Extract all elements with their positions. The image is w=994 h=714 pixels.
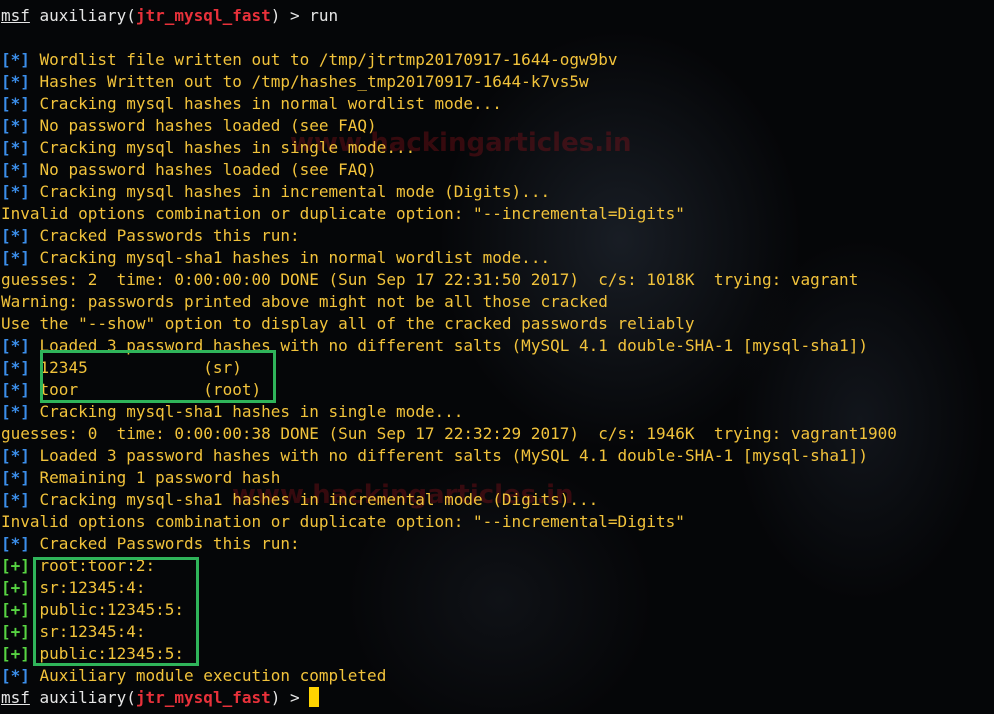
prompt-suffix: ) > [270,688,310,707]
info-tag: [*] [1,358,30,377]
output-text: Remaining 1 password hash [29,468,281,487]
info-tag: [*] [1,490,30,509]
info-tag: [*] [1,72,30,91]
output-text: Loaded 3 password hashes with no differe… [29,446,868,465]
output-line: Invalid options combination or duplicate… [1,204,685,223]
output-line: [*] No password hashes loaded (see FAQ) [1,115,897,137]
success-tag: [+] [1,644,30,663]
output-line: Use the "--show" option to display all o… [1,314,695,333]
output-line: [*] Cracking mysql-sha1 hashes in single… [1,401,897,423]
success-tag: [+] [1,622,30,641]
prompt-prefix: auxiliary( [29,6,136,25]
output-line: Warning: passwords printed above might n… [1,292,608,311]
output-text: Cracking mysql-sha1 hashes in incrementa… [29,490,599,509]
output-line: [*] No password hashes loaded (see FAQ) [1,159,897,181]
output-line: [*] Cracking mysql-sha1 hashes in increm… [1,489,897,511]
success-tag: [+] [1,600,30,619]
output-line: [*] Cracking mysql hashes in incremental… [1,181,897,203]
prompt-msf: msf [1,6,30,25]
info-tag: [*] [1,160,30,179]
info-tag: [*] [1,226,30,245]
output-line: [*] Remaining 1 password hash [1,467,897,489]
output-text: 12345 (sr) [29,358,242,377]
cracked-password-line: [*] toor (root) [1,379,897,401]
output-text: Cracking mysql-sha1 hashes in single mod… [29,402,464,421]
info-tag: [*] [1,666,30,685]
output-text: Cracking mysql-sha1 hashes in normal wor… [29,248,551,267]
info-tag: [*] [1,138,30,157]
output-text: Hashes Written out to /tmp/hashes_tmp201… [29,72,589,91]
success-tag: [+] [1,578,30,597]
output-line: guesses: 2 time: 0:00:00:00 DONE (Sun Se… [1,270,859,289]
output-line: [*] Cracking mysql hashes in single mode… [1,137,897,159]
output-line: [*] Wordlist file written out to /tmp/jt… [1,49,897,71]
info-tag: [*] [1,182,30,201]
output-text: No password hashes loaded (see FAQ) [29,160,377,179]
text-cursor[interactable] [309,687,320,707]
prompt-line: msf auxiliary(jtr_mysql_fast) > run [1,5,897,27]
output-line: [*] Cracking mysql-sha1 hashes in normal… [1,247,897,269]
output-text: toor (root) [29,380,262,399]
output-line: [*] Loaded 3 password hashes with no dif… [1,335,897,357]
credential-line: [+] public:12345:5: [1,599,897,621]
credential-line: [+] sr:12345:4: [1,621,897,643]
output-line: [*] Auxiliary module execution completed [1,665,897,687]
output-line: [*] Hashes Written out to /tmp/hashes_tm… [1,71,897,93]
credential-text: public:12345:5: [29,600,185,619]
info-tag: [*] [1,446,30,465]
output-text: Cracking mysql hashes in single mode... [29,138,416,157]
info-tag: [*] [1,248,30,267]
output-line: [*] Loaded 3 password hashes with no dif… [1,445,897,467]
info-tag: [*] [1,116,30,135]
cracked-password-line: [*] 12345 (sr) [1,357,897,379]
credential-text: public:12345:5: [29,644,185,663]
info-tag: [*] [1,402,30,421]
output-text: Wordlist file written out to /tmp/jtrtmp… [29,50,618,69]
info-tag: [*] [1,534,30,553]
terminal-output: msf auxiliary(jtr_mysql_fast) > run [*] … [1,5,897,709]
terminal-window[interactable]: www.hackingarticles.in www.hackingarticl… [0,0,994,714]
output-text: Cracking mysql hashes in normal wordlist… [29,94,502,113]
info-tag: [*] [1,94,30,113]
output-text: Cracked Passwords this run: [29,534,300,553]
credential-line: [+] public:12345:5: [1,643,897,665]
prompt-module-name: jtr_mysql_fast [135,688,271,707]
output-line: [*] Cracked Passwords this run: [1,225,897,247]
output-line: Invalid options combination or duplicate… [1,512,685,531]
output-text: Cracked Passwords this run: [29,226,300,245]
credential-line: [+] sr:12345:4: [1,577,897,599]
credential-line: [+] root:toor:2: [1,555,897,577]
prompt-prefix: auxiliary( [29,688,136,707]
info-tag: [*] [1,50,30,69]
output-text: No password hashes loaded (see FAQ) [29,116,377,135]
prompt-line[interactable]: msf auxiliary(jtr_mysql_fast) > [1,687,897,709]
output-text: Loaded 3 password hashes with no differe… [29,336,868,355]
prompt-suffix: ) > [270,6,310,25]
output-line: [*] Cracked Passwords this run: [1,533,897,555]
prompt-msf: msf [1,688,30,707]
prompt-module-name: jtr_mysql_fast [135,6,271,25]
info-tag: [*] [1,468,30,487]
info-tag: [*] [1,336,30,355]
info-tag: [*] [1,380,30,399]
credential-text: sr:12345:4: [29,578,146,597]
credential-text: root:toor:2: [29,556,156,575]
credential-text: sr:12345:4: [29,622,146,641]
output-line: [*] Cracking mysql hashes in normal word… [1,93,897,115]
output-text: Auxiliary module execution completed [29,666,387,685]
output-line: guesses: 0 time: 0:00:00:38 DONE (Sun Se… [1,424,897,443]
output-text: Cracking mysql hashes in incremental mod… [29,182,551,201]
command-text: run [309,6,339,25]
success-tag: [+] [1,556,30,575]
